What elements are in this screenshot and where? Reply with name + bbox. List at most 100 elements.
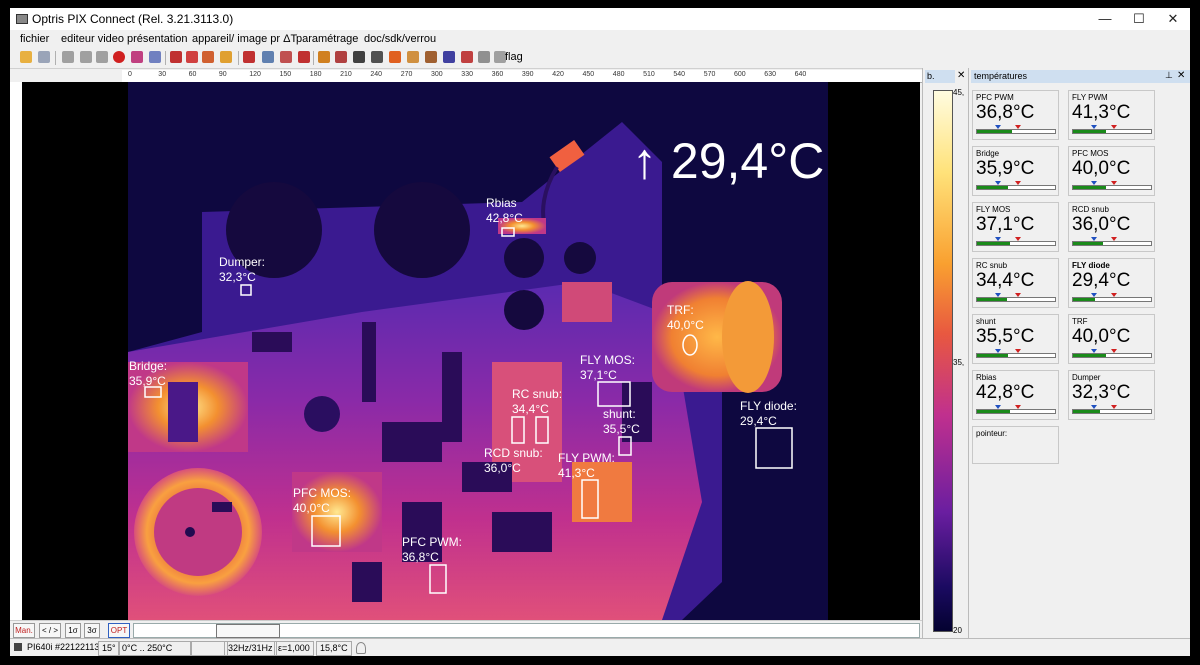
stop-icon[interactable]	[96, 51, 108, 63]
lens-icon[interactable]	[425, 51, 437, 63]
label-fly-pwm-name: FLY PWM:	[558, 451, 615, 465]
menu-editeur-video[interactable]: editeur video	[61, 33, 124, 45]
lightbulb-icon	[356, 642, 366, 654]
save-icon[interactable]	[38, 51, 50, 63]
minimize-button[interactable]: —	[1088, 8, 1122, 30]
temperature-tile[interactable]: Rbias 42,8°C	[972, 370, 1059, 420]
temperature-tile[interactable]: FLY PWM 41,3°C	[1068, 90, 1155, 140]
tile-level-fill	[977, 298, 1007, 301]
tools-icon[interactable]	[353, 51, 365, 63]
pin-icon[interactable]: ⊥	[1165, 70, 1173, 81]
scale-slider-thumb[interactable]	[216, 624, 280, 638]
temperature-tile[interactable]: RCD snub 36,0°C	[1068, 202, 1155, 252]
color-scale-bar[interactable]	[933, 90, 953, 632]
mounting-hole	[504, 290, 544, 330]
close-icon[interactable]: ✕	[957, 70, 965, 81]
tile-name: Rbias	[976, 373, 997, 382]
range-button[interactable]: < / >	[39, 623, 61, 638]
isotherm-icon[interactable]	[461, 51, 473, 63]
temperature-tile[interactable]: PFC PWM 36,8°C	[972, 90, 1059, 140]
temperature-tile[interactable]: shunt 35,5°C	[972, 314, 1059, 364]
tile-level-bar	[976, 349, 1056, 358]
snapshot-camera-icon[interactable]	[131, 51, 143, 63]
opt-button[interactable]: OPT	[108, 623, 130, 638]
fov: 15°	[98, 641, 120, 656]
grid-icon[interactable]	[443, 51, 455, 63]
min-marker-icon	[995, 237, 1001, 241]
scale-slider-track[interactable]	[133, 623, 920, 638]
temperature-tile[interactable]: TRF 40,0°C	[1068, 314, 1155, 364]
palette-icon[interactable]	[220, 51, 232, 63]
tile-level-bar	[976, 293, 1056, 302]
copy-icon[interactable]	[149, 51, 161, 63]
close-button[interactable]: ✕	[1156, 8, 1190, 30]
layout-icon[interactable]	[170, 51, 182, 63]
ruler-tick-label: 600	[734, 71, 746, 78]
tile-value: 37,1°C	[976, 214, 1035, 235]
app-window: Optris PIX Connect (Rel. 3.21.3113.0) — …	[10, 8, 1190, 656]
temperature-tile[interactable]: FLY diode 29,4°C	[1068, 258, 1155, 308]
temperature-tile[interactable]: RC snub 34,4°C	[972, 258, 1059, 308]
tile-value: 36,0°C	[1072, 214, 1131, 235]
menu-presentation[interactable]: présentation	[127, 33, 188, 45]
one-sigma-button[interactable]: 1σ	[65, 623, 81, 638]
label-pfc-mos-value: 40,0°C	[293, 501, 330, 515]
tile-level-fill	[977, 130, 1013, 133]
bar-chart-icon[interactable]	[318, 51, 330, 63]
status-bar: PI640i #22122113 15° 0°C .. 250°C 32Hz/3…	[10, 638, 1190, 656]
measure-icon[interactable]	[478, 51, 490, 63]
label-bridge-name: Bridge:	[129, 359, 167, 373]
graph-icon[interactable]	[262, 51, 274, 63]
ruler-tick-label: 540	[673, 71, 686, 78]
palette-icon[interactable]	[389, 51, 401, 63]
scale-max-label: 45,	[953, 88, 965, 97]
ruler-tick-label: 180	[309, 71, 322, 78]
ruler-tick-label: 480	[612, 71, 625, 78]
min-marker-icon	[1091, 237, 1097, 241]
max-temperature-readout: ↑ 29,4°C	[632, 133, 824, 189]
temperature-tile[interactable]: PFC MOS 40,0°C	[1068, 146, 1155, 196]
record-icon[interactable]	[113, 51, 125, 63]
manual-scale-button[interactable]: Man.	[13, 623, 35, 638]
label-shunt-value: 35,5°C	[603, 422, 640, 436]
layout-icon[interactable]	[243, 51, 255, 63]
ruler-tick-label: 640	[794, 71, 807, 78]
label-pfc-pwm-value: 36,8°C	[402, 550, 439, 564]
layout-icon[interactable]	[202, 51, 214, 63]
tile-value: 36,8°C	[976, 102, 1035, 123]
play-icon[interactable]	[62, 51, 74, 63]
capacitor-hole	[374, 182, 470, 278]
maximize-button[interactable]: ☐	[1122, 8, 1156, 30]
label-rcd-snub-value: 36,0°C	[484, 461, 521, 475]
temperature-tile[interactable]: FLY MOS 37,1°C	[972, 202, 1059, 252]
flag-button[interactable]: flag	[505, 51, 523, 63]
open-folder-icon[interactable]	[20, 51, 32, 63]
tile-level-bar	[1072, 293, 1152, 302]
temperature-tile[interactable]: Bridge 35,9°C	[972, 146, 1059, 196]
temperature-tile[interactable]: Dumper 32,3°C	[1068, 370, 1155, 420]
tile-level-bar	[1072, 349, 1152, 358]
line-profile-icon[interactable]	[298, 51, 310, 63]
tile-value: 32,3°C	[1072, 382, 1131, 403]
label-fly-mos-value: 37,1°C	[580, 368, 617, 382]
temperatures-panel-title: températures	[971, 70, 1190, 83]
menu-parametrage[interactable]: paramétrage	[296, 33, 358, 45]
menu-doc-sdk-verrou[interactable]: doc/sdk/verrou	[364, 33, 436, 45]
chart-icon[interactable]	[335, 51, 347, 63]
three-sigma-button[interactable]: 3σ	[84, 623, 100, 638]
settings-icon[interactable]	[371, 51, 383, 63]
close-icon[interactable]: ✕	[1177, 70, 1185, 81]
ruler-tick-label: 300	[431, 71, 443, 78]
label-trf-value: 40,0°C	[667, 318, 704, 332]
tile-value: 34,4°C	[976, 270, 1035, 291]
ruler-tick-label: 240	[370, 71, 383, 78]
menu-fichier[interactable]: fichier	[20, 33, 49, 45]
menu-appareil[interactable]: appareil/ image pr ΔT	[192, 33, 297, 45]
layout-icon[interactable]	[186, 51, 198, 63]
histogram-icon[interactable]	[280, 51, 292, 63]
thermal-image-viewport[interactable]: Rbias 42,8°C Dumper: 32,3°C TRF: 40,0°C …	[22, 82, 920, 620]
focus-icon[interactable]	[407, 51, 419, 63]
pause-icon[interactable]	[80, 51, 92, 63]
min-marker-icon	[1091, 125, 1097, 129]
ruler-tick-label: 150	[279, 71, 292, 78]
